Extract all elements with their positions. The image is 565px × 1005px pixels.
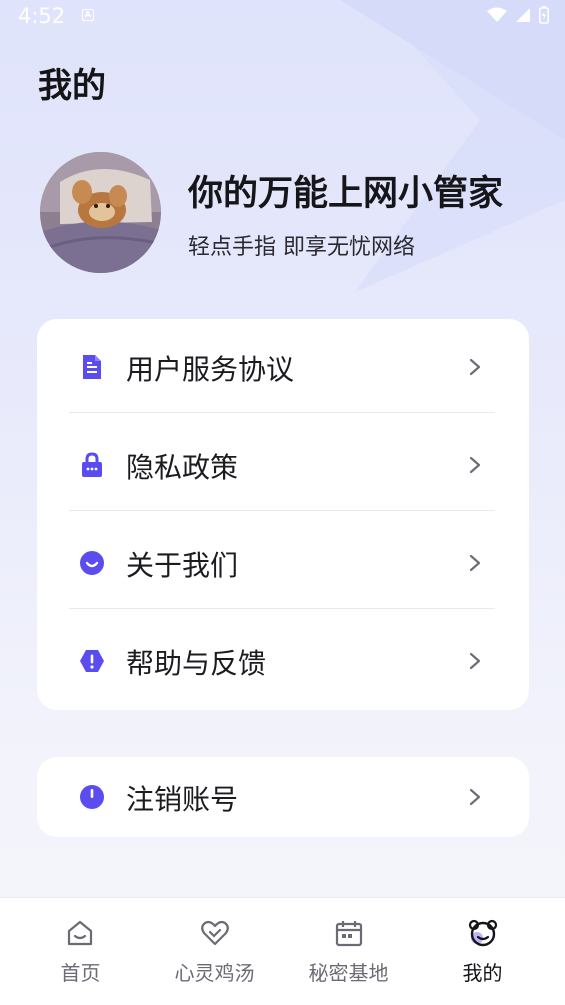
menu-item-help-feedback[interactable]: 帮助与反馈 [37, 613, 529, 710]
heart-icon [201, 920, 229, 946]
avatar[interactable] [40, 152, 161, 273]
page-title: 我的 [38, 66, 106, 106]
chevron-right-icon [469, 788, 481, 806]
wifi-icon [487, 7, 507, 22]
tab-label: 我的 [462, 961, 503, 985]
chevron-right-icon [469, 358, 481, 376]
menu-divider [69, 412, 495, 413]
battery-icon [539, 6, 549, 24]
tab-label: 秘密基地 [308, 961, 389, 985]
profile-headline: 你的万能上网小管家 [188, 174, 504, 214]
power-icon [80, 785, 104, 809]
menu-divider [69, 608, 495, 609]
tab-soul-soup[interactable]: 心灵鸡汤 [144, 898, 285, 1005]
home-icon [67, 920, 93, 946]
status-time: 4:52 [18, 4, 66, 28]
menu-item-user-agreement[interactable]: 用户服务协议 [37, 319, 529, 416]
signal-icon [516, 8, 530, 22]
calendar-icon [335, 921, 363, 947]
status-bar: 4:52 A [0, 0, 565, 32]
tab-label: 首页 [60, 961, 101, 985]
menu-item-label: 用户服务协议 [126, 353, 295, 386]
notification-a-icon: A [82, 9, 94, 21]
settings-menu-card: 用户服务协议 隐私政策 关于我们 帮助与反馈 [37, 319, 529, 710]
tab-secret-base[interactable]: 秘密基地 [278, 898, 419, 1005]
smile-icon [80, 551, 104, 575]
lock-icon [82, 452, 102, 477]
logout-card: 注销账号 [37, 757, 529, 837]
menu-divider [69, 510, 495, 511]
tab-mine[interactable]: 我的 [412, 898, 553, 1005]
menu-item-about-us[interactable]: 关于我们 [37, 515, 529, 612]
menu-item-privacy-policy[interactable]: 隐私政策 [37, 417, 529, 514]
bear-icon [468, 919, 498, 947]
tab-label: 心灵鸡汤 [174, 961, 255, 985]
profile-subline: 轻点手指 即享无忧网络 [188, 235, 415, 260]
avatar-image [40, 152, 161, 273]
chevron-right-icon [469, 554, 481, 572]
delete-account-label: 注销账号 [126, 783, 239, 816]
menu-item-label: 帮助与反馈 [126, 647, 267, 680]
bottom-tab-bar: 首页 心灵鸡汤 秘密基地 我的 [0, 897, 565, 1005]
document-icon [83, 355, 101, 379]
chevron-right-icon [469, 652, 481, 670]
delete-account-button[interactable]: 注销账号 [37, 749, 529, 846]
status-icons [487, 6, 549, 24]
menu-item-label: 隐私政策 [126, 451, 239, 484]
chevron-right-icon [469, 456, 481, 474]
tab-home[interactable]: 首页 [10, 898, 151, 1005]
menu-item-label: 关于我们 [126, 549, 239, 582]
alert-icon [80, 650, 104, 672]
